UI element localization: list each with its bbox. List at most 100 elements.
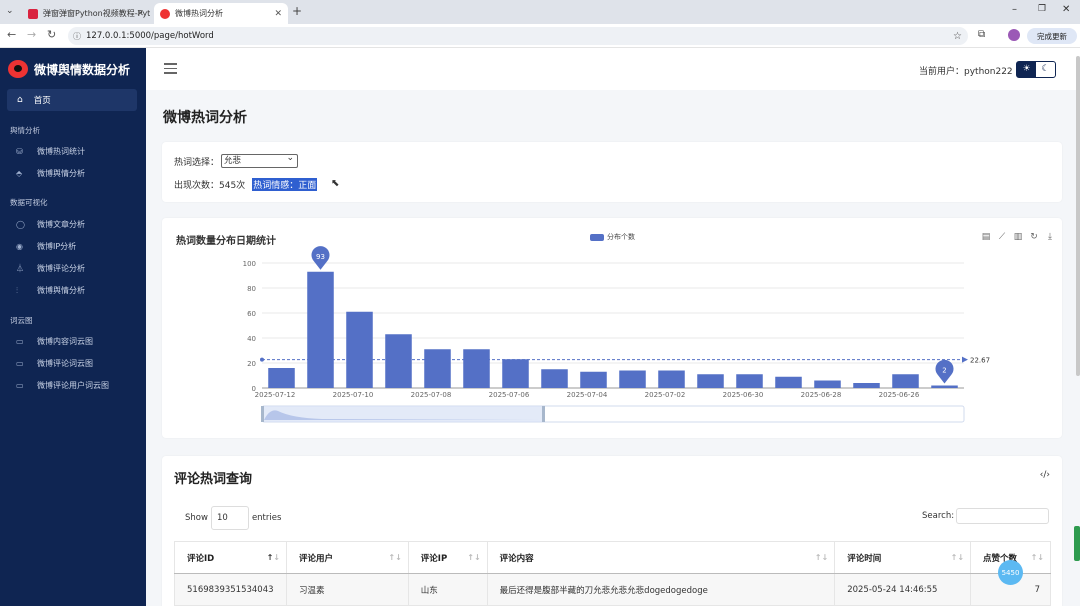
forward-icon[interactable]: → (27, 28, 36, 41)
sidebar-item-sentiment[interactable]: ⫶ 微博舆情分析 (16, 285, 85, 296)
side-widget-tab[interactable] (1074, 526, 1080, 561)
close-window-icon[interactable]: ✕ (1062, 4, 1070, 15)
page-title: 微博热词分析 (163, 110, 247, 126)
min-point-label: 2 (942, 367, 946, 375)
theme-toggle[interactable]: ☀ ☾ (1016, 61, 1056, 78)
x-tick-label: 2025-07-08 (411, 391, 452, 399)
sort-icon: ↑↓ (388, 553, 402, 562)
url-text: 127.0.0.1:5000/page/hotWord (86, 31, 214, 41)
weibo-favicon-icon (160, 8, 170, 19)
minimize-icon[interactable]: – (1012, 4, 1017, 15)
sort-icon: ↑↓ (814, 553, 829, 562)
monitor-icon: ▭ (16, 337, 24, 346)
search-input[interactable] (956, 508, 1050, 524)
bar (580, 371, 607, 388)
column-header-content[interactable]: 评论内容 ↑↓ (486, 541, 836, 574)
code-icon[interactable]: ‹/› (1040, 470, 1050, 480)
sliders-icon: ⫶ (16, 285, 18, 295)
weibo-logo-icon (8, 60, 28, 78)
site-info-icon[interactable]: ⓘ (73, 31, 81, 42)
page-length-select[interactable]: 10 (210, 506, 249, 530)
sidebar-item-opinion[interactable]: ⬘ 微博舆情分析 (16, 168, 85, 179)
x-tick-label: 2025-07-04 (567, 391, 608, 399)
hotword-select[interactable]: 允悲 (221, 152, 299, 168)
monitor-icon: ▭ (16, 359, 24, 368)
column-header-label: 评论IP (420, 553, 448, 564)
moon-icon[interactable]: ☾ (1036, 62, 1055, 77)
extensions-icon[interactable]: ⧉ (978, 29, 985, 40)
sidebar-item-hotword[interactable]: ⛁ 微博热词统计 (16, 146, 85, 157)
sidebar-item-ip[interactable]: ◉ 微博IP分析 (16, 241, 76, 252)
new-tab-icon[interactable]: + (292, 4, 302, 18)
bar (502, 359, 529, 388)
hotword-stats-row: 出现次数：545次 热词情感：正面 (174, 178, 318, 191)
url-field[interactable]: ⓘ 127.0.0.1:5000/page/hotWord ☆ (68, 27, 968, 45)
sidebar-item-label: 微博评论词云图 (37, 359, 93, 368)
bar-chart: 0204060801002025-07-12 2025-07-10 2025-07-… (243, 246, 990, 423)
x-tick-label: 2025-07-06 (489, 391, 530, 399)
sidebar-item-comment-cloud[interactable]: ▭ 微博评论词云图 (16, 358, 93, 369)
bookmark-star-icon[interactable]: ☆ (953, 31, 962, 42)
average-line-arrow (962, 356, 968, 363)
column-header-id[interactable]: 评论ID ↑↓ (174, 541, 287, 574)
sidebar-item-comment[interactable]: ⏃ 微博评论分析 (16, 263, 85, 274)
sidebar-section-title: 词云图 (10, 316, 33, 325)
browser-update-button[interactable]: 完成更新 (1027, 28, 1077, 44)
tab-list-chevron-icon[interactable]: ⌄ (6, 6, 14, 16)
table-header-row: 评论ID ↑↓ 评论用户 ↑↓ 评论IP ↑↓ 评论内容 ↑↓ 评论时间 ↑↓ 点赞个数 ↑… (174, 541, 1051, 574)
hotword-select-row: 热词选择： 允悲 (174, 152, 299, 168)
bar (541, 369, 568, 388)
column-header-label: 评论用户 (298, 553, 333, 564)
column-header-ip[interactable]: 评论IP ↑↓ (407, 541, 488, 574)
browser-tab-1[interactable]: 弹窗弹窗Python视频教程-Pyt ✕ (22, 3, 150, 24)
comment-table: 评论ID ↑↓ 评论用户 ↑↓ 评论IP ↑↓ 评论内容 ↑↓ 评论时间 ↑↓ 点赞个数 ↑… (174, 541, 1051, 606)
bar (307, 271, 334, 388)
average-label: 22.67 (970, 357, 990, 365)
column-header-time[interactable]: 评论时间 ↑↓ (834, 541, 972, 574)
brand[interactable]: 微博舆情数据分析 (8, 60, 130, 78)
tag-icon: ⬘ (16, 169, 23, 178)
sidebar-item-user-cloud[interactable]: ▭ 微博评论用户词云图 (16, 380, 109, 391)
max-point-label: 93 (316, 253, 325, 261)
tab-title: 弹窗弹窗Python视频教程-Pyt (43, 9, 150, 18)
current-user-label: 当前用户：python222 (919, 67, 1013, 77)
x-tick-label: 2025-06-30 (723, 391, 764, 399)
tab-title: 微博热词分析 (175, 9, 223, 18)
sidebar-item-label: 微博评论分析 (37, 264, 85, 273)
bar (736, 374, 763, 388)
bar (658, 370, 685, 388)
sidebar-item-article[interactable]: ◯ 微博文章分析 (16, 219, 85, 230)
sidebar-item-home[interactable]: ⌂ 首页 (7, 89, 137, 111)
sun-icon[interactable]: ☀ (1017, 62, 1036, 77)
sidebar-item-content-cloud[interactable]: ▭ 微博内容词云图 (16, 336, 93, 347)
maximize-icon[interactable]: ❐ (1038, 4, 1046, 14)
site-favicon-icon (28, 8, 38, 19)
sort-icon: ↑↓ (950, 553, 965, 562)
column-header-label: 评论时间 (847, 553, 882, 564)
table-row[interactable]: 5169839351534043 习温素 山东 最后还得是腹部半藏的刀允悲允悲允… (174, 573, 1051, 606)
monitor-icon: ▭ (16, 381, 24, 390)
close-tab-icon[interactable]: ✕ (274, 9, 282, 19)
menu-toggle-icon[interactable] (164, 63, 177, 77)
sort-icon: ↑↓ (467, 553, 481, 562)
browser-tab-2[interactable]: 微博热词分析 ✕ (154, 3, 288, 24)
bar (931, 385, 958, 388)
back-icon[interactable]: ← (7, 28, 16, 41)
bar (697, 374, 724, 388)
column-header-label: 评论ID (187, 553, 215, 564)
profile-avatar[interactable] (1008, 29, 1020, 41)
bar (424, 349, 451, 388)
floating-assistant-badge[interactable]: 5450 (998, 560, 1023, 585)
chat-icon: ◯ (16, 220, 25, 229)
y-tick-label: 60 (247, 310, 256, 318)
home-icon: ⌂ (17, 95, 23, 105)
close-tab-icon[interactable]: ✕ (136, 9, 144, 19)
column-header-user[interactable]: 评论用户 ↑↓ (285, 541, 409, 574)
cell-comment-id: 5169839351534043 (174, 573, 287, 606)
reload-icon[interactable]: ↻ (47, 28, 56, 41)
x-tick-label: 2025-06-28 (801, 391, 842, 399)
cell-user: 习温素 (285, 573, 409, 606)
x-tick-label: 2025-06-26 (879, 391, 920, 399)
sidebar-item-label: 微博舆情分析 (37, 169, 85, 178)
page-scrollbar[interactable] (1076, 56, 1080, 376)
